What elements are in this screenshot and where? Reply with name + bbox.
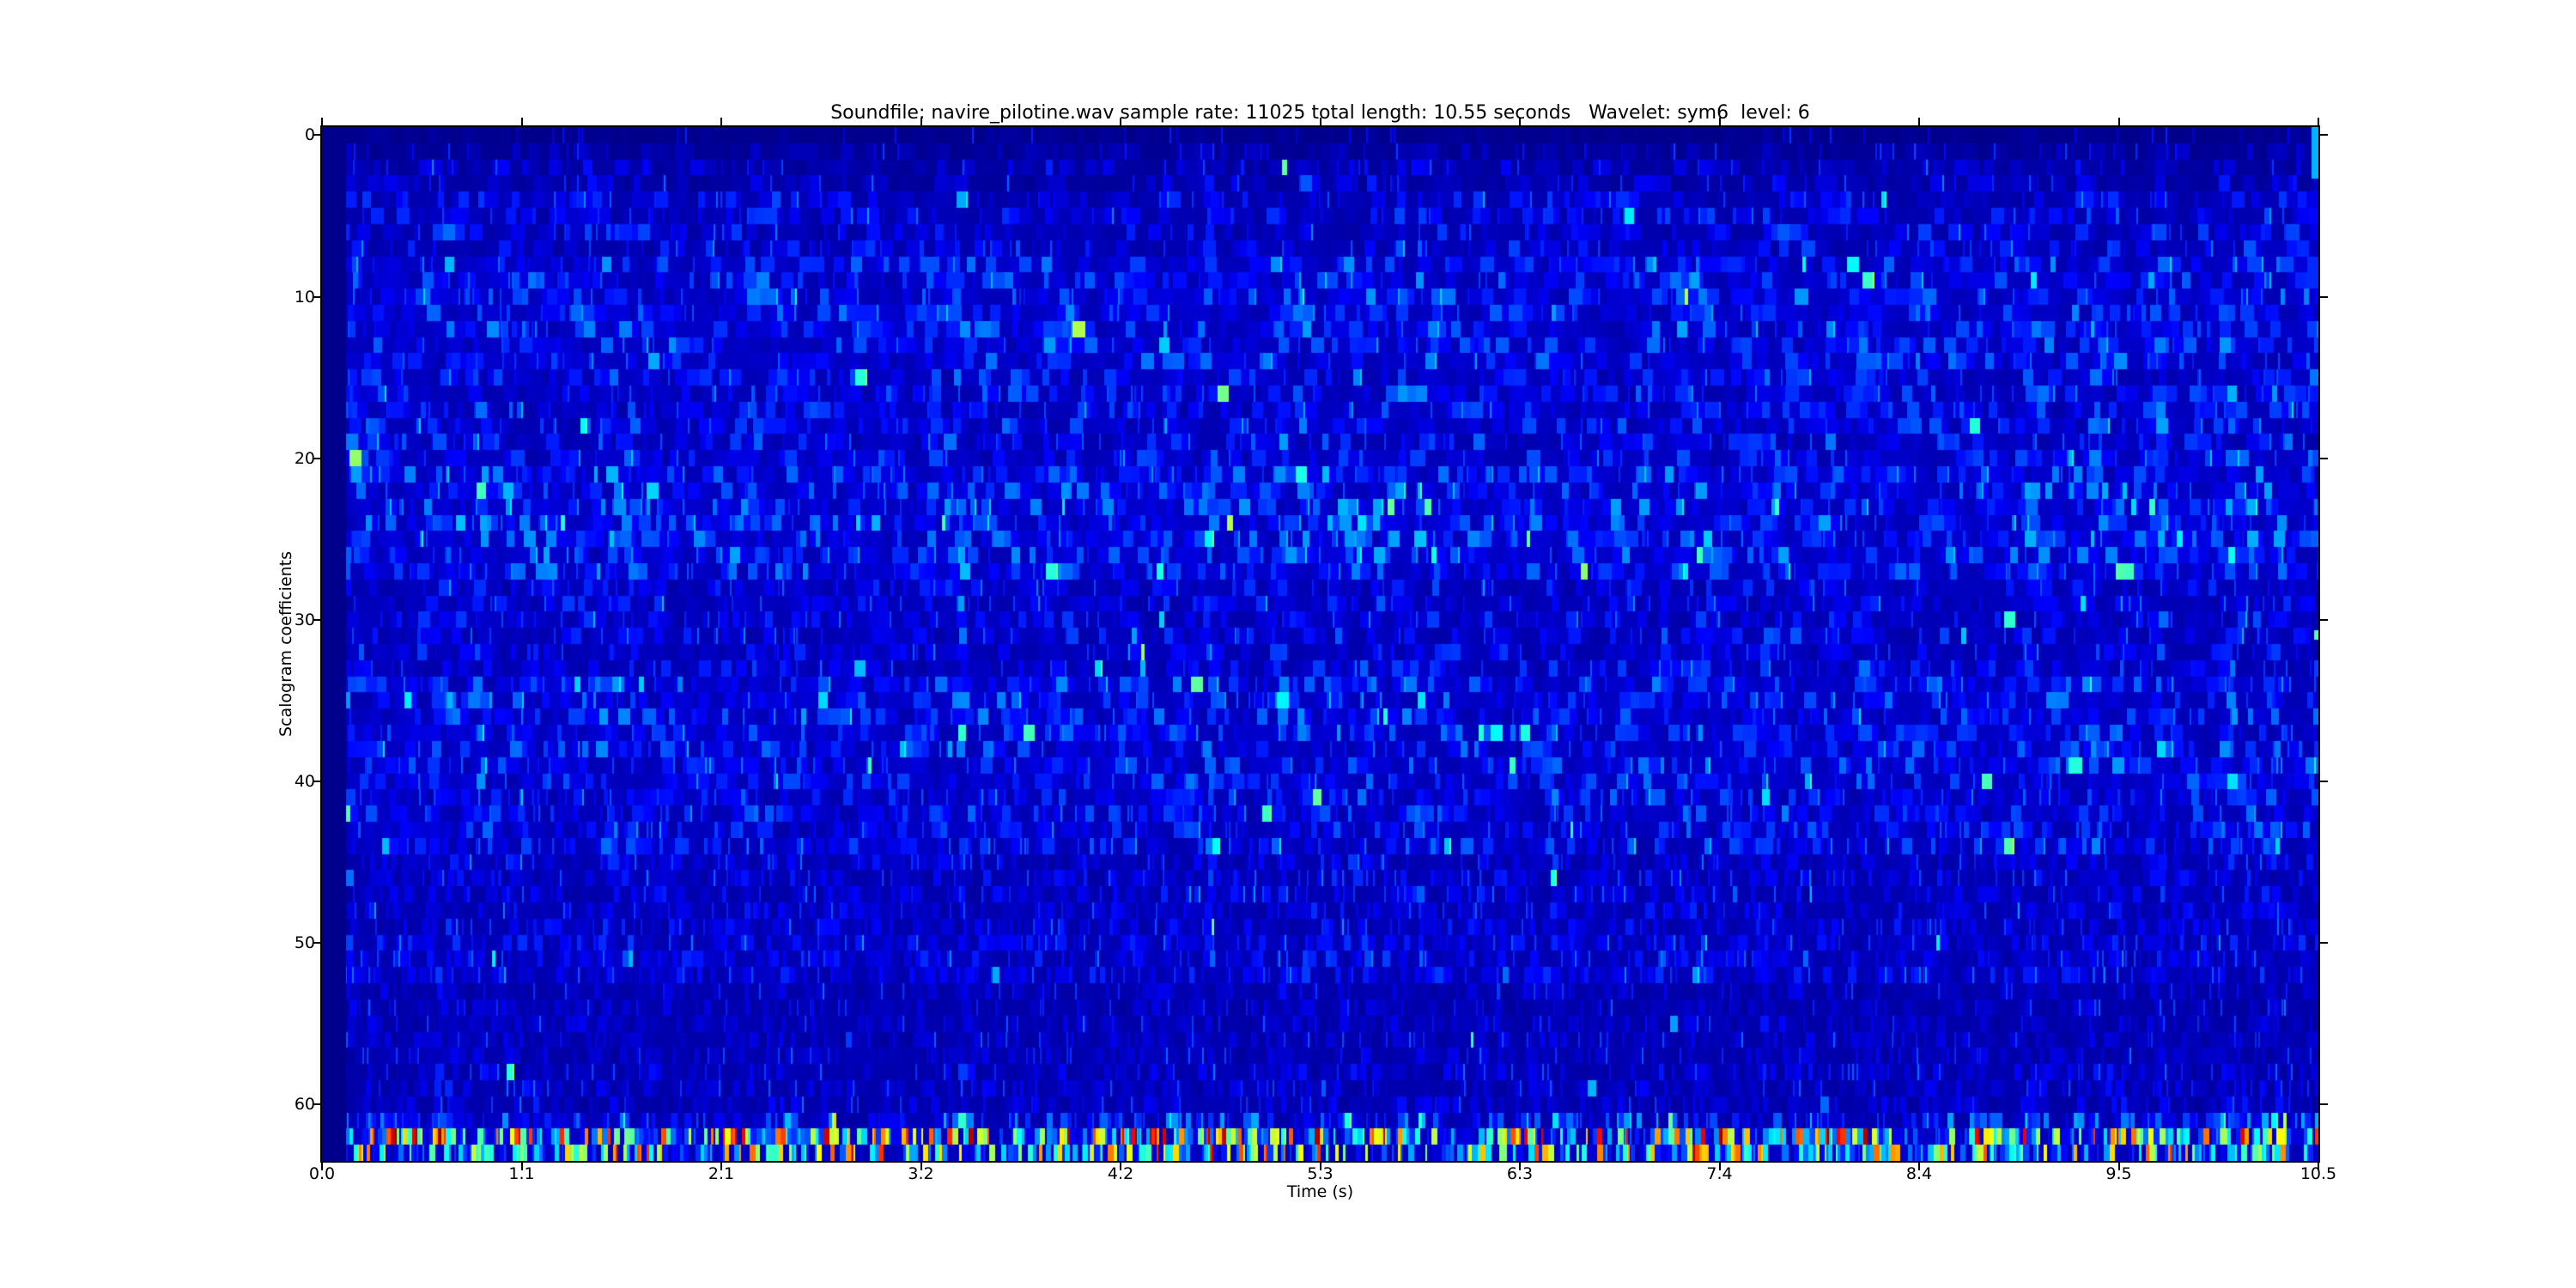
y-tick-label: 30: [255, 611, 315, 629]
x-tick-mark-top: [1719, 118, 1721, 125]
x-tick-label: 9.5: [2105, 1164, 2131, 1183]
plot-border-left: [320, 125, 322, 1163]
x-tick-mark-top: [521, 118, 523, 125]
x-tick-label: 8.4: [1906, 1164, 1932, 1183]
x-tick-mark-top: [1519, 118, 1521, 125]
x-tick-label: 7.4: [1706, 1164, 1732, 1183]
y-tick-mark-right: [2320, 942, 2328, 944]
y-tick-mark-right: [2320, 619, 2328, 621]
x-tick-mark-top: [321, 118, 323, 125]
y-tick-mark-right: [2320, 1103, 2328, 1105]
x-tick-mark-top: [1120, 118, 1121, 125]
y-tick-label: 40: [255, 772, 315, 791]
x-tick-mark-top: [2318, 118, 2319, 125]
plot-area: [322, 127, 2318, 1161]
x-tick-label: 2.1: [708, 1164, 734, 1183]
y-tick-label: 0: [255, 125, 315, 144]
figure: Soundfile: navire_pilotine.wav sample ra…: [0, 0, 2576, 1288]
x-tick-mark-top: [1918, 118, 1920, 125]
y-axis-label: Scalogram coefficients: [276, 551, 295, 737]
x-tick-label: 4.2: [1108, 1164, 1133, 1183]
x-tick-label: 0.0: [309, 1164, 335, 1183]
plot-border-right: [2318, 125, 2320, 1163]
x-tick-label: 1.1: [508, 1164, 534, 1183]
y-tick-label: 50: [255, 933, 315, 952]
x-tick-mark-top: [2118, 118, 2120, 125]
y-tick-label: 60: [255, 1095, 315, 1114]
y-tick-mark-right: [2320, 781, 2328, 782]
x-tick-mark-top: [920, 118, 922, 125]
x-tick-label: 6.3: [1507, 1164, 1533, 1183]
x-tick-label: 10.5: [2300, 1164, 2336, 1183]
plot-border-top: [321, 125, 2319, 127]
x-tick-mark-top: [720, 118, 722, 125]
y-tick-mark-right: [2320, 134, 2328, 136]
y-tick-mark-right: [2320, 296, 2328, 298]
x-tick-mark-top: [1320, 118, 1321, 125]
y-tick-mark-right: [2320, 458, 2328, 459]
x-tick-label: 5.3: [1307, 1164, 1333, 1183]
x-axis-label: Time (s): [322, 1182, 2318, 1201]
x-tick-label: 3.2: [908, 1164, 933, 1183]
y-tick-label: 20: [255, 449, 315, 468]
scalogram-heatmap: [322, 127, 2318, 1161]
y-tick-label: 10: [255, 288, 315, 307]
